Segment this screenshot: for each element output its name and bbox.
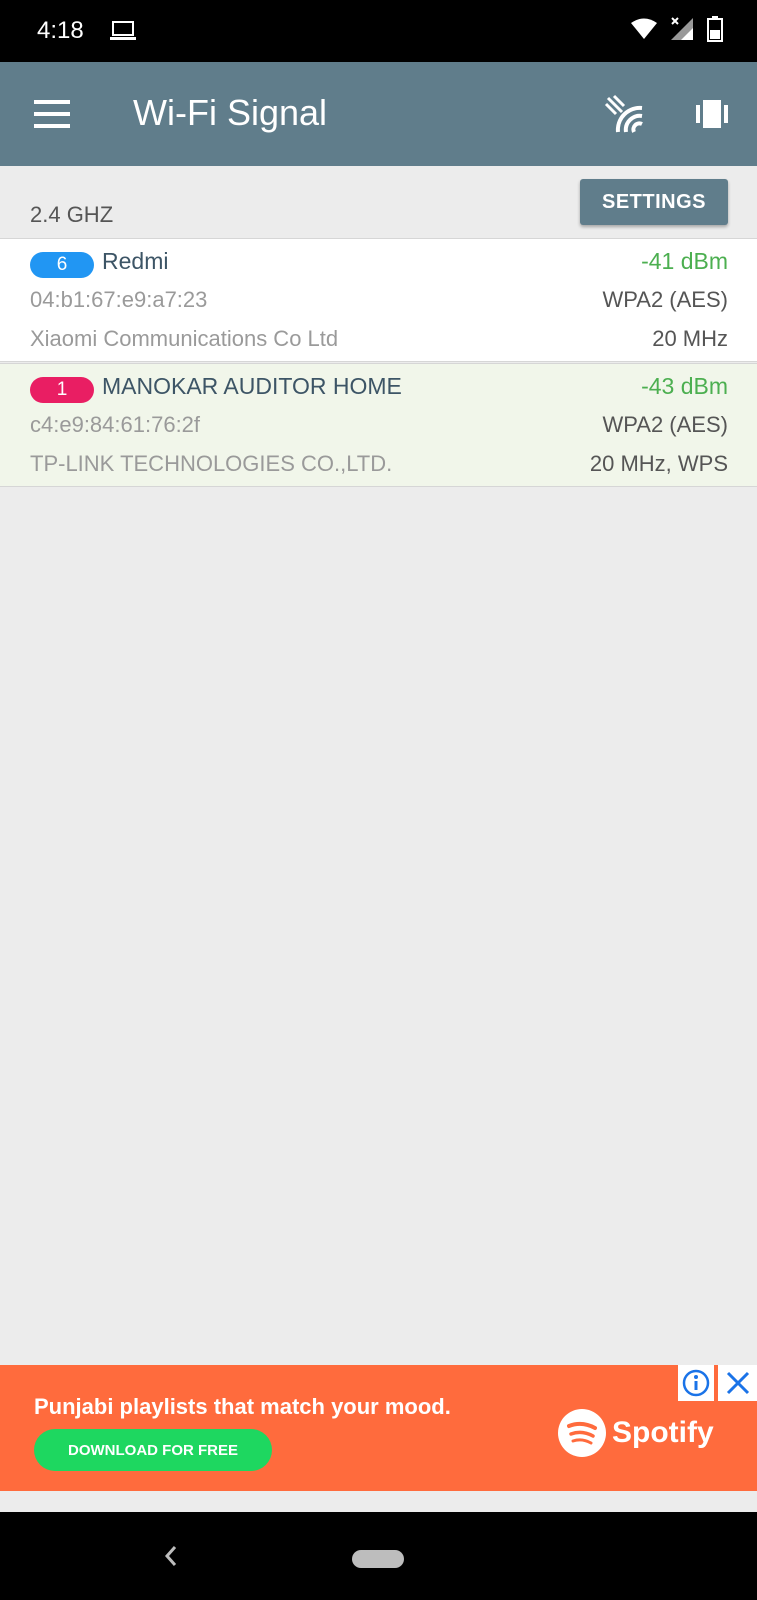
menu-icon[interactable] [34,100,70,133]
band-header: 2.4 GHZ SETTINGS [0,166,757,238]
network-ssid: Redmi [102,248,169,274]
network-item[interactable]: 1 MANOKAR AUDITOR HOME -43 dBm c4:e9:84:… [0,363,757,487]
cell-signal-icon [669,16,695,47]
channel-badge: 6 [30,252,94,278]
network-mac: c4:e9:84:61:76:2f [30,412,201,437]
status-time: 4:18 [37,17,84,44]
settings-button[interactable]: SETTINGS [580,179,728,225]
signal-scan-icon[interactable] [604,94,644,134]
network-item[interactable]: 6 Redmi -41 dBm 04:b1:67:e9:a7:23 WPA2 (… [0,238,757,362]
network-signal: -41 dBm [641,248,728,274]
home-button[interactable] [352,1550,404,1568]
band-label: 2.4 GHZ [30,202,114,227]
network-vendor: Xiaomi Communications Co Ltd [30,326,339,351]
network-channel-width: 20 MHz, WPS [589,451,728,476]
ad-close-icon[interactable] [718,1365,757,1401]
status-icons [631,16,723,47]
network-channel-width: 20 MHz [652,326,728,351]
app-bar: Wi-Fi Signal [0,62,757,166]
vibrate-icon[interactable] [692,94,732,134]
network-vendor: TP-LINK TECHNOLOGIES CO.,LTD. [30,451,393,476]
battery-icon [707,16,723,47]
network-signal: -43 dBm [641,373,728,399]
channel-badge: 1 [30,377,94,403]
ad-cta-button[interactable]: DOWNLOAD FOR FREE [34,1429,272,1471]
spotify-icon [558,1409,606,1457]
app-title: Wi-Fi Signal [133,92,328,133]
network-mac: 04:b1:67:e9:a7:23 [30,287,208,312]
network-ssid: MANOKAR AUDITOR HOME [102,373,402,399]
ad-banner[interactable]: Punjabi playlists that match your mood. … [0,1365,757,1491]
spotify-logo: Spotify [558,1409,714,1457]
ad-info-icon[interactable] [678,1365,714,1401]
status-bar: 4:18 [0,0,757,62]
back-icon[interactable] [157,1541,187,1571]
ad-headline: Punjabi playlists that match your mood. [34,1394,451,1419]
laptop-icon [110,20,136,47]
navigation-bar [0,1512,757,1600]
network-security: WPA2 (AES) [602,287,728,312]
network-security: WPA2 (AES) [602,412,728,437]
ad-brand: Spotify [612,1416,714,1449]
wifi-icon [631,18,657,45]
